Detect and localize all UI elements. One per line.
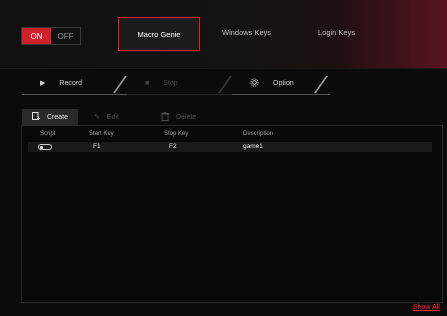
edit-label: Edit bbox=[106, 113, 119, 121]
delete-button[interactable]: Delete bbox=[151, 109, 206, 125]
delete-icon bbox=[160, 111, 169, 123]
edit-icon: ✎ bbox=[94, 114, 100, 121]
start-key-cell: F1 bbox=[93, 143, 101, 150]
toggle-off[interactable]: OFF bbox=[51, 28, 80, 44]
toggle-on[interactable]: ON bbox=[22, 28, 51, 44]
create-label: Create bbox=[47, 113, 69, 121]
show-all-link[interactable]: Show All bbox=[413, 304, 440, 311]
stop-key-cell: F2 bbox=[169, 143, 177, 150]
record-label: Record bbox=[59, 79, 82, 87]
create-button[interactable]: Create bbox=[22, 109, 79, 125]
description-cell: game1 bbox=[243, 143, 263, 150]
delete-label: Delete bbox=[175, 113, 197, 121]
create-icon bbox=[32, 111, 40, 123]
tab-macro-genie[interactable]: Macro Genie bbox=[118, 17, 200, 51]
option-label: Option bbox=[273, 79, 294, 87]
column-header-description: Description bbox=[243, 131, 274, 137]
stop-label: Stop bbox=[163, 79, 178, 87]
stop-icon: ■ bbox=[145, 79, 150, 87]
macro-toolbar: Create ✎ Edit Delete bbox=[22, 109, 206, 125]
power-toggle[interactable]: ON OFF bbox=[21, 27, 81, 45]
tab-windows-keys[interactable]: Windows Keys bbox=[222, 28, 271, 37]
table-row[interactable]: F1 F2 game1 bbox=[28, 142, 432, 152]
column-header-start-key: Start Key bbox=[89, 131, 114, 137]
script-toggle-knob bbox=[40, 146, 43, 149]
header-divider bbox=[0, 68, 447, 69]
gear-icon bbox=[250, 77, 259, 89]
tab-login-keys[interactable]: Login Keys bbox=[318, 28, 355, 37]
column-header-stop-key: Stop Key bbox=[164, 131, 189, 137]
macro-table: Script Start Key Stop Key Description F1… bbox=[21, 125, 443, 303]
edit-button[interactable]: ✎ Edit bbox=[84, 109, 129, 125]
script-toggle[interactable] bbox=[38, 144, 52, 150]
column-header-script: Script bbox=[40, 131, 56, 137]
table-header: Script Start Key Stop Key Description bbox=[22, 130, 442, 140]
play-icon: ▶ bbox=[40, 80, 46, 87]
